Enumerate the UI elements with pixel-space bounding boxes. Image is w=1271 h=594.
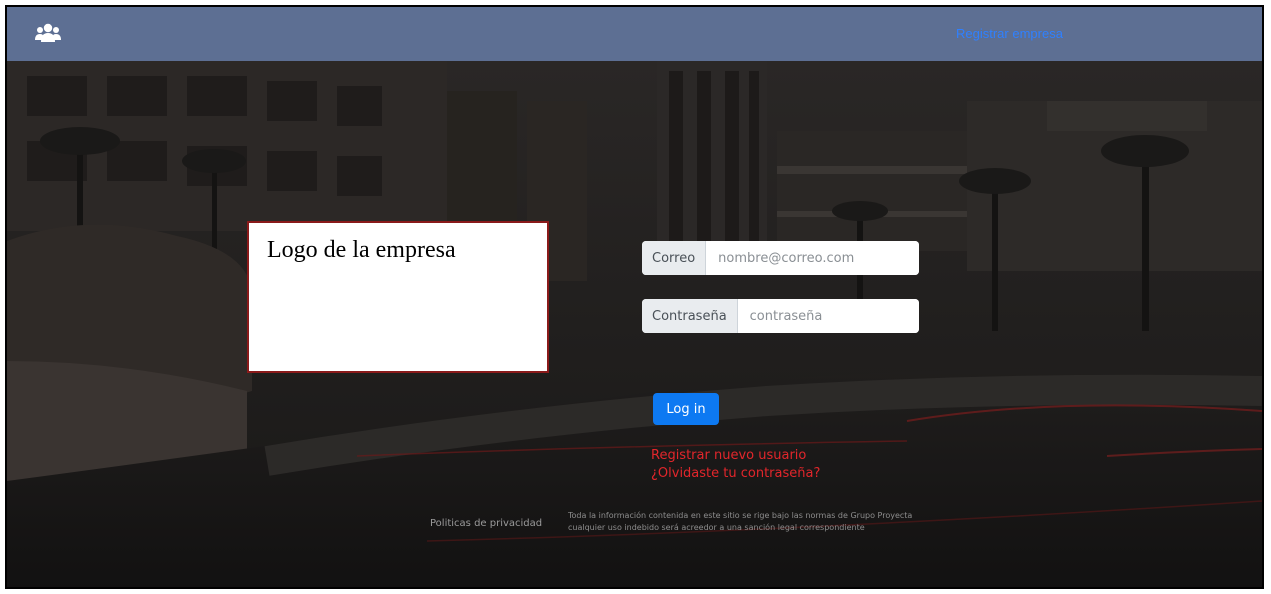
- privacy-policy-link[interactable]: Politicas de privacidad: [430, 518, 542, 529]
- app-frame: Registrar empresa Logo de la empresa Cor…: [5, 5, 1264, 589]
- forgot-password-link[interactable]: ¿Olvidaste tu contraseña?: [651, 466, 820, 481]
- password-input-group: Contraseña: [642, 299, 919, 333]
- users-icon[interactable]: [35, 22, 61, 44]
- navbar: Registrar empresa: [7, 7, 1262, 61]
- email-input-group: Correo: [642, 241, 919, 275]
- register-company-link[interactable]: Registrar empresa: [956, 26, 1063, 41]
- logo-placeholder-text: Logo de la empresa: [267, 237, 456, 263]
- email-field[interactable]: [706, 241, 919, 275]
- legal-notice-line-1: Toda la información contenida en este si…: [568, 511, 913, 520]
- legal-notice-line-2: cualquier uso indebido será acreedor a u…: [568, 523, 865, 532]
- email-label: Correo: [642, 241, 707, 275]
- legal-notice: Toda la información contenida en este si…: [568, 510, 988, 534]
- password-label: Contraseña: [642, 299, 738, 333]
- password-field[interactable]: [737, 299, 919, 333]
- login-button[interactable]: Log in: [653, 393, 719, 425]
- company-logo-placeholder: Logo de la empresa: [247, 221, 549, 373]
- register-user-link[interactable]: Registrar nuevo usuario: [651, 448, 806, 463]
